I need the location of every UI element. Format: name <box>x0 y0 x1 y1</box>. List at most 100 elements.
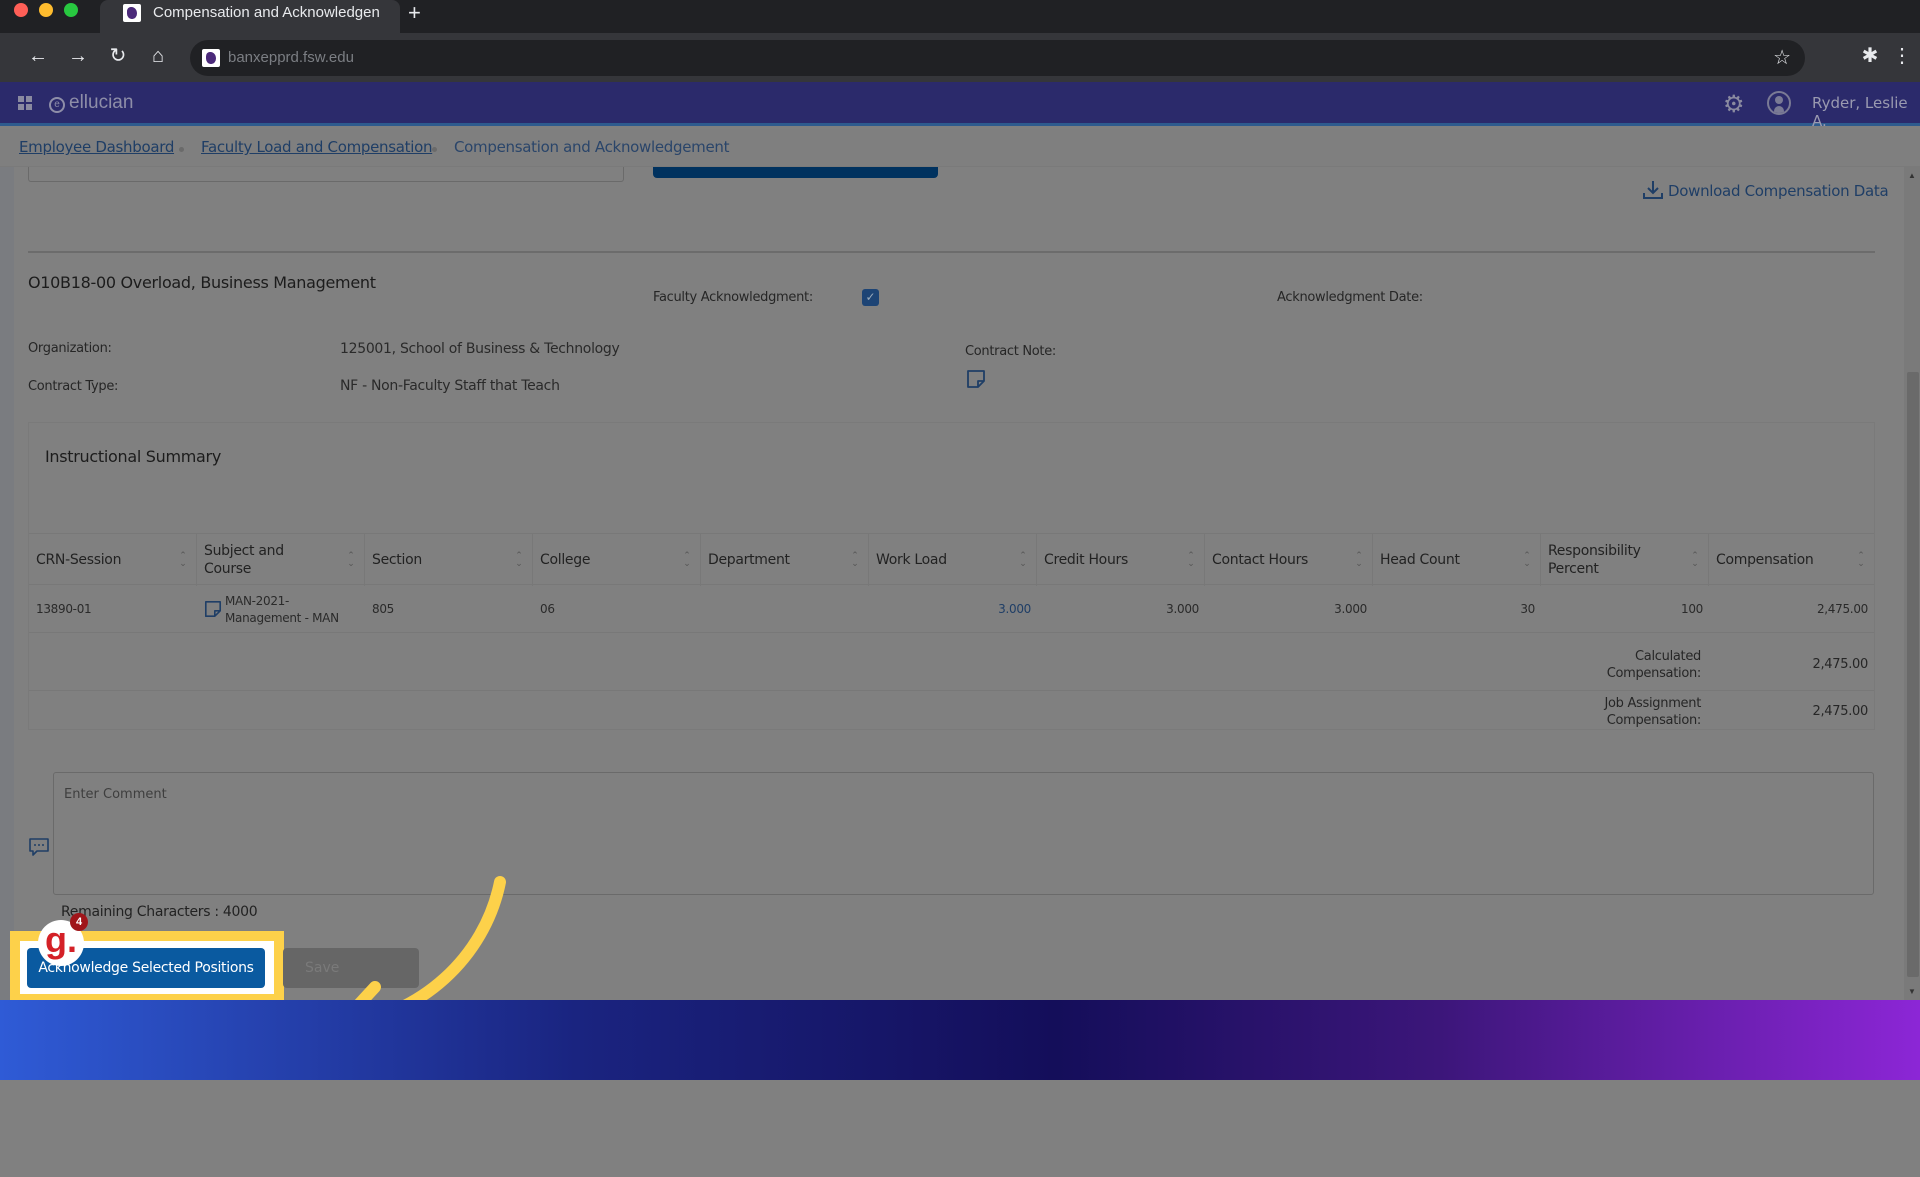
column-header-work-load[interactable]: Work Load ⌃ ⌄ <box>869 534 1037 586</box>
column-header-section[interactable]: Section ⌃ ⌄ <box>365 534 533 586</box>
column-header-compensation[interactable]: Compensation ⌃ ⌄ <box>1709 534 1874 586</box>
summary-title: Instructional Summary <box>45 447 221 466</box>
browser-tab-bar: Compensation and Acknowledgen + <box>0 0 1920 33</box>
course-note-icon[interactable] <box>204 600 222 618</box>
download-label: Download Compensation Data <box>1668 182 1889 200</box>
filter-input[interactable] <box>28 167 624 182</box>
browser-menu-icon[interactable]: ⋮ <box>1890 44 1914 68</box>
subject-line-1: MAN-2021- <box>225 594 290 608</box>
cell-credit-hours: 3.000 <box>1166 602 1199 616</box>
sort-icon[interactable]: ⌃ ⌄ <box>1856 551 1866 568</box>
cell-college: 06 <box>540 602 555 616</box>
contract-type-value: NF - Non-Faculty Staff that Teach <box>340 378 560 394</box>
breadcrumb: Employee Dashboard Faculty Load and Comp… <box>0 129 1920 167</box>
scroll-up-icon[interactable]: ▲ <box>1908 171 1916 180</box>
cell-work-load[interactable]: 3.000 <box>869 585 1037 633</box>
calculated-compensation-label: Calculated Compensation: <box>1606 649 1702 681</box>
sort-icon[interactable]: ⌃ ⌄ <box>514 551 524 568</box>
download-icon <box>1643 181 1663 199</box>
cell-subject-course: MAN-2021- Management - MAN <box>197 585 365 633</box>
app-grid-icon[interactable] <box>18 96 32 110</box>
breadcrumb-faculty-load[interactable]: Faculty Load and Compensation <box>201 138 433 156</box>
sort-icon[interactable]: ⌃ ⌄ <box>346 551 356 568</box>
scrollbar-thumb[interactable] <box>1907 372 1919 977</box>
cell-head-count: 30 <box>1520 602 1535 616</box>
window-minimize-button[interactable] <box>39 3 53 17</box>
column-header-subject-course[interactable]: Subject and Course ⌃ ⌄ <box>197 534 365 586</box>
sort-icon[interactable]: ⌃ ⌄ <box>682 551 692 568</box>
breadcrumb-separator <box>179 147 184 152</box>
breadcrumb-current: Compensation and Acknowledgement <box>454 138 730 156</box>
forward-icon[interactable]: → <box>66 44 90 68</box>
comment-icon <box>29 838 49 856</box>
ellucian-mark-icon: e <box>49 97 65 113</box>
faculty-ack-checkbox[interactable]: ✓ <box>862 289 879 306</box>
row-divider <box>29 690 1874 691</box>
sort-icon[interactable]: ⌃ ⌄ <box>1018 551 1028 568</box>
column-header-credit-hours[interactable]: Credit Hours ⌃ ⌄ <box>1037 534 1205 586</box>
column-header-college[interactable]: College ⌃ ⌄ <box>533 534 701 586</box>
ack-date-label: Acknowledgment Date: <box>1277 290 1423 305</box>
breadcrumb-separator <box>432 147 437 152</box>
table-header: CRN-Session ⌃ ⌄ Subject and Course ⌃ ⌄ Secti… <box>29 533 1874 586</box>
extensions-icon[interactable]: ✱ <box>1858 44 1882 68</box>
contract-note-icon[interactable] <box>966 369 986 389</box>
column-header-crn-session[interactable]: CRN-Session ⌃ ⌄ <box>29 534 197 586</box>
instructional-summary-panel: Instructional Summary CRN-Session ⌃ ⌄ Subj… <box>28 422 1875 730</box>
gear-icon[interactable]: ⚙ <box>1723 90 1745 119</box>
contract-note-label: Contract Note: <box>965 344 1057 359</box>
reload-icon[interactable]: ↻ <box>106 44 130 68</box>
site-favicon-icon <box>202 49 220 67</box>
column-header-responsibility-percent[interactable]: Responsibility Percent ⌃ ⌄ <box>1541 534 1709 586</box>
contract-type-label: Contract Type: <box>28 379 119 394</box>
remaining-characters: Remaining Characters : 4000 <box>61 904 258 920</box>
cell-compensation: 2,475.00 <box>1816 602 1868 616</box>
browser-toolbar: ← → ↻ ⌂ banxepprd.fsw.edu ☆ ✱ ⋮ <box>0 33 1920 82</box>
browser-tab[interactable]: Compensation and Acknowledgen <box>100 0 400 33</box>
window-close-button[interactable] <box>14 3 28 17</box>
sort-icon[interactable]: ⌃ ⌄ <box>850 551 860 568</box>
column-header-head-count[interactable]: Head Count ⌃ ⌄ <box>1373 534 1541 586</box>
job-assignment-compensation-label: Job Assignment Compensation: <box>1604 696 1701 728</box>
guide-badge-count: 4 <box>70 913 88 931</box>
faculty-ack-label: Faculty Acknowledgment: <box>653 290 813 305</box>
user-name[interactable]: Ryder, Leslie A. <box>1812 94 1920 130</box>
new-tab-button[interactable]: + <box>408 0 421 26</box>
download-compensation-link[interactable]: Download Compensation Data <box>1642 180 1889 200</box>
job-assignment-compensation-value: 2,475.00 <box>1812 704 1869 719</box>
sort-icon[interactable]: ⌃ ⌄ <box>1690 551 1700 568</box>
sort-icon[interactable]: ⌃ ⌄ <box>178 551 188 568</box>
url-text: banxepprd.fsw.edu <box>228 49 354 66</box>
cell-section: 805 <box>372 602 395 616</box>
tab-title: Compensation and Acknowledgen <box>153 4 379 21</box>
breadcrumb-employee-dashboard[interactable]: Employee Dashboard <box>19 138 174 156</box>
organization-value: 125001, School of Business & Technology <box>340 341 620 357</box>
table-row: 13890-01 MAN-2021- Management - MAN 805 … <box>29 585 1874 633</box>
position-heading: O10B18-00 Overload, Business Management <box>28 273 376 292</box>
sort-icon[interactable]: ⌃ ⌄ <box>1354 551 1364 568</box>
scroll-down-icon[interactable]: ▼ <box>1908 987 1916 996</box>
back-icon[interactable]: ← <box>26 44 50 68</box>
ellucian-logo[interactable]: e ellucian <box>49 92 133 114</box>
main-content: Download Compensation Data O10B18-00 Ove… <box>0 167 1920 1073</box>
site-favicon-icon <box>123 4 141 22</box>
user-avatar-icon[interactable] <box>1767 91 1791 115</box>
column-header-department[interactable]: Department ⌃ ⌄ <box>701 534 869 586</box>
bookmark-star-icon[interactable]: ☆ <box>1773 45 1791 70</box>
app-header: e ellucian ⚙ Ryder, Leslie A. <box>0 82 1920 130</box>
address-bar[interactable]: banxepprd.fsw.edu ☆ <box>190 40 1805 76</box>
section-divider <box>28 251 1875 253</box>
sort-icon[interactable]: ⌃ ⌄ <box>1522 551 1532 568</box>
left-gutter <box>0 167 14 1000</box>
window-maximize-button[interactable] <box>64 3 78 17</box>
cell-responsibility-percent: 100 <box>1680 602 1703 616</box>
column-header-contact-hours[interactable]: Contact Hours ⌃ ⌄ <box>1205 534 1373 586</box>
calculated-compensation-value: 2,475.00 <box>1812 657 1869 672</box>
page-scrollbar[interactable]: ▲ ▼ <box>1904 167 1920 1000</box>
subject-line-2: Management - MAN <box>225 611 339 625</box>
home-icon[interactable]: ⌂ <box>146 44 170 68</box>
decorative-gradient-footer <box>0 1000 1920 1080</box>
sort-icon[interactable]: ⌃ ⌄ <box>1186 551 1196 568</box>
filter-submit-button[interactable] <box>653 167 938 178</box>
cell-contact-hours: 3.000 <box>1334 602 1367 616</box>
